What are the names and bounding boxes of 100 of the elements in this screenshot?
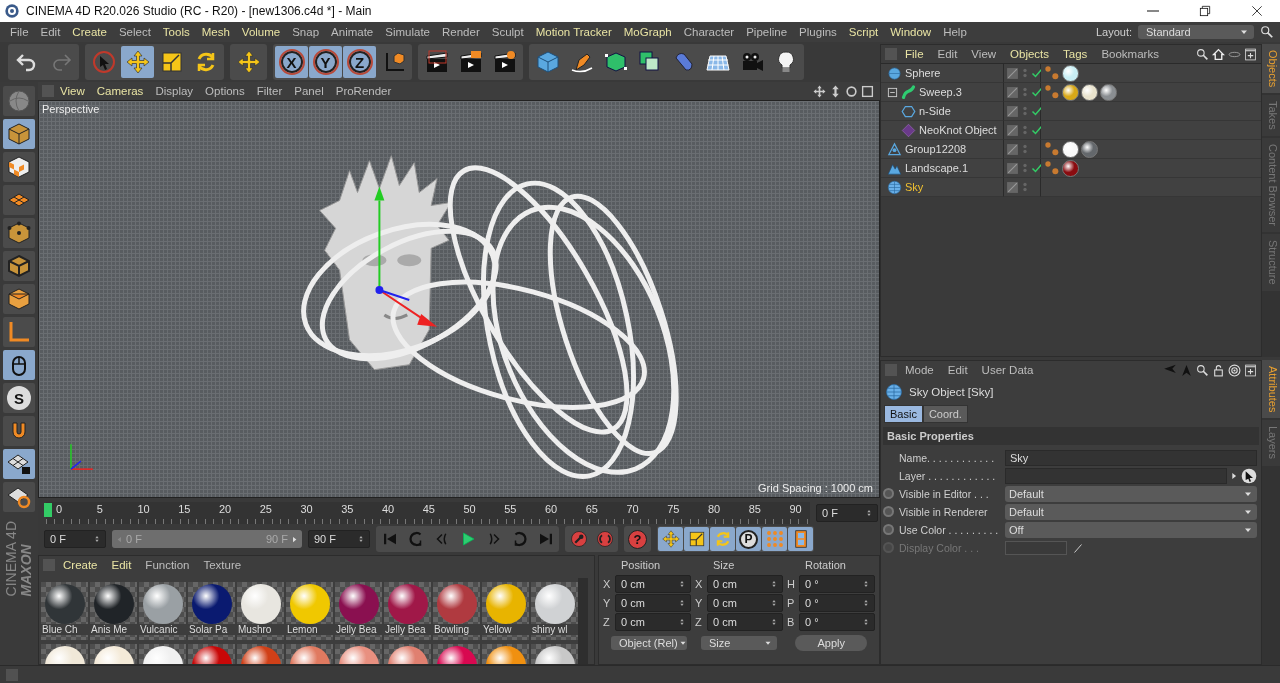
- menu-item[interactable]: Script: [842, 24, 885, 40]
- tab[interactable]: Coord.: [922, 405, 968, 423]
- menu-item[interactable]: View: [54, 83, 91, 99]
- current-frame-field[interactable]: 0 F: [816, 504, 878, 522]
- material-swatch[interactable]: shiny wl: [531, 582, 578, 640]
- object-name[interactable]: Sky: [905, 181, 924, 193]
- material-swatch[interactable]: Lemon: [286, 582, 333, 640]
- menu-item[interactable]: Bookmarks: [1095, 46, 1165, 62]
- material-swatch[interactable]: Solar Pa: [188, 582, 235, 640]
- tool-button[interactable]: Z: [343, 46, 376, 78]
- end-frame-field[interactable]: 90 F: [308, 530, 370, 548]
- coordinate-field[interactable]: 0 °: [799, 612, 875, 631]
- menu-item[interactable]: Pipeline: [740, 24, 794, 40]
- tool-button[interactable]: [3, 218, 35, 248]
- layout-dropdown[interactable]: Standard: [1138, 25, 1254, 39]
- side-tab[interactable]: Attributes: [1262, 360, 1280, 419]
- tool-button[interactable]: [3, 482, 35, 512]
- menu-item[interactable]: Mesh: [195, 24, 236, 40]
- menu-item[interactable]: Edit: [34, 24, 67, 40]
- material-swatch[interactable]: Jelly Bea: [335, 582, 382, 640]
- keyframe-button[interactable]: [883, 524, 894, 535]
- menu-item[interactable]: MoGraph: [617, 24, 678, 40]
- material-tag[interactable]: [1081, 83, 1098, 101]
- transport-button[interactable]: P: [736, 527, 761, 551]
- size-mode-dropdown[interactable]: Size: [701, 636, 777, 650]
- color-swatch[interactable]: [1005, 540, 1067, 555]
- viewport[interactable]: Perspective Grid Spacing : 1000 cm: [38, 100, 880, 498]
- menu-item[interactable]: Edit: [941, 362, 974, 378]
- menu-item[interactable]: Motion Tracker: [529, 24, 618, 40]
- menu-item[interactable]: Window: [884, 24, 938, 40]
- transport-button[interactable]: [684, 527, 709, 551]
- dropdown[interactable]: Default: [1005, 503, 1257, 520]
- menu-item[interactable]: Display: [149, 83, 200, 99]
- coordinate-field[interactable]: 0 °: [799, 593, 875, 612]
- menu-item[interactable]: Mode: [899, 362, 940, 378]
- material-swatch[interactable]: Jelly Bea: [384, 582, 431, 640]
- coordinate-field[interactable]: 0 cm: [615, 593, 691, 612]
- expand-toggle[interactable]: [887, 86, 898, 98]
- name-field[interactable]: Sky: [1005, 449, 1257, 466]
- material-swatch[interactable]: Vulcanic: [139, 582, 186, 640]
- material-swatch[interactable]: Blue Ch: [41, 582, 88, 640]
- menu-item[interactable]: Tags: [1057, 46, 1094, 62]
- material-swatch[interactable]: Anis Me: [90, 582, 137, 640]
- menu-item[interactable]: Texture: [197, 557, 248, 573]
- keyframe-button[interactable]: [883, 488, 894, 499]
- menu-item[interactable]: Tools: [156, 24, 196, 40]
- menu-item[interactable]: Edit: [105, 557, 138, 573]
- menu-item[interactable]: Animate: [325, 24, 380, 40]
- tool-button[interactable]: Y: [309, 46, 342, 78]
- menu-item[interactable]: Cameras: [90, 83, 150, 99]
- start-frame-field[interactable]: 0 F: [44, 530, 106, 548]
- side-tab[interactable]: Objects: [1262, 44, 1280, 94]
- material-swatch[interactable]: Mushro: [237, 582, 284, 640]
- menu-item[interactable]: Create: [66, 24, 113, 40]
- transport-button[interactable]: [658, 527, 683, 551]
- material-tag[interactable]: [1062, 140, 1079, 158]
- menu-item[interactable]: Panel: [288, 83, 330, 99]
- tool-button[interactable]: [3, 284, 35, 314]
- menu-item[interactable]: User Data: [975, 362, 1040, 378]
- menu-item[interactable]: Volume: [235, 24, 287, 40]
- material-tag[interactable]: [1100, 83, 1117, 101]
- apply-button[interactable]: Apply: [795, 635, 867, 651]
- tool-button[interactable]: X: [275, 46, 308, 78]
- material-tag[interactable]: [1081, 140, 1098, 158]
- coordinate-field[interactable]: 0 cm: [615, 612, 691, 631]
- object-name[interactable]: n-Side: [919, 105, 951, 117]
- material-swatch[interactable]: Bowling: [433, 582, 480, 640]
- transport-button[interactable]: [788, 527, 813, 551]
- tool-button[interactable]: [3, 251, 35, 281]
- menu-item[interactable]: Objects: [1004, 46, 1056, 62]
- material-tag[interactable]: [1062, 83, 1079, 101]
- dropdown[interactable]: Off: [1005, 521, 1257, 538]
- timeline-ruler[interactable]: 0 5 10 15 20 25 30 35 40 45 50 55 60 65 70 75 80 85 90: [46, 502, 810, 524]
- coordinate-field[interactable]: 0 cm: [615, 574, 691, 593]
- menu-item[interactable]: Select: [112, 24, 157, 40]
- coordinate-field[interactable]: 0 cm: [707, 574, 783, 593]
- menu-item[interactable]: Character: [677, 24, 741, 40]
- material-tag[interactable]: [1062, 159, 1079, 177]
- material-swatch[interactable]: Yellow: [482, 582, 529, 640]
- tab[interactable]: Basic: [884, 405, 923, 423]
- enabled-indicator[interactable]: [1031, 86, 1043, 98]
- menu-item[interactable]: Function: [139, 557, 196, 573]
- menu-item[interactable]: ProRender: [329, 83, 398, 99]
- camera-label[interactable]: Perspective: [42, 103, 100, 115]
- menu-item[interactable]: Render: [436, 24, 486, 40]
- dropdown[interactable]: Default: [1005, 485, 1257, 502]
- material-tag[interactable]: [1062, 64, 1079, 82]
- menu-item[interactable]: File: [4, 24, 35, 40]
- tool-button[interactable]: [3, 449, 35, 479]
- enabled-indicator[interactable]: [1031, 67, 1043, 79]
- enabled-indicator[interactable]: [1031, 105, 1043, 117]
- menu-item[interactable]: Snap: [286, 24, 326, 40]
- enabled-indicator[interactable]: [1031, 162, 1043, 174]
- menu-item[interactable]: View: [965, 46, 1003, 62]
- coordinate-field[interactable]: 0 cm: [707, 593, 783, 612]
- coordinate-field[interactable]: 0 °: [799, 574, 875, 593]
- pick-button[interactable]: [1241, 467, 1257, 484]
- scrollbar[interactable]: [578, 578, 588, 664]
- menu-item[interactable]: Plugins: [793, 24, 843, 40]
- coordinate-mode-dropdown[interactable]: Object (Rel): [611, 636, 687, 650]
